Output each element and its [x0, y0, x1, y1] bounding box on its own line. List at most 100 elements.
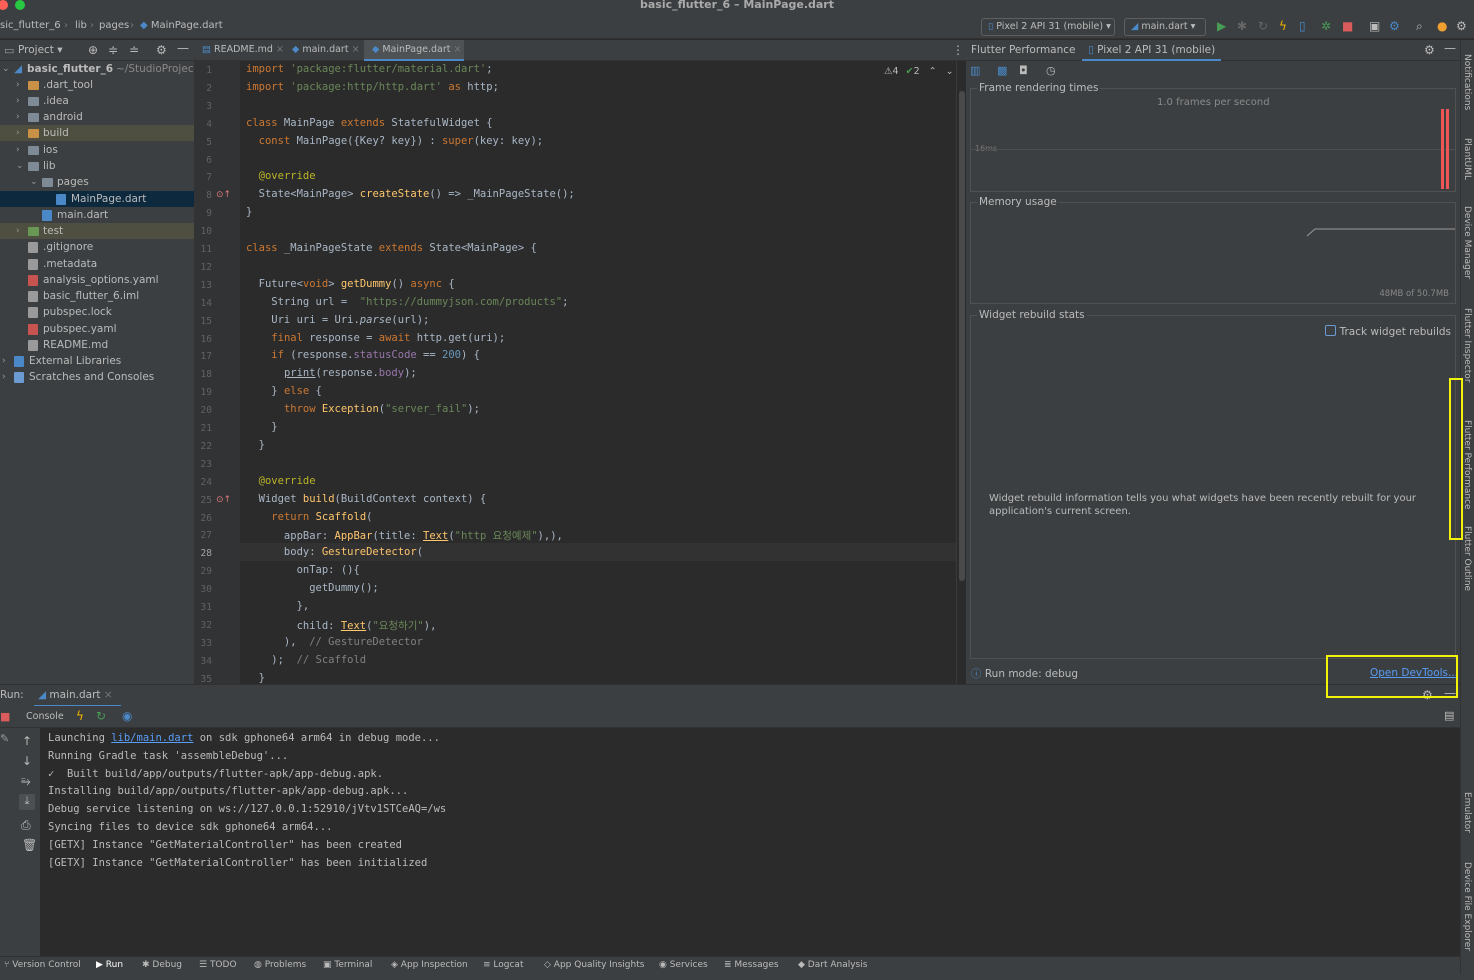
print-icon[interactable]: ⎙: [21, 818, 31, 833]
code-line[interactable]: ); // Scaffold: [246, 654, 366, 666]
tree-item[interactable]: MainPage.dart: [0, 191, 194, 207]
tool-services[interactable]: ◉ Services: [659, 960, 708, 970]
tree-item[interactable]: › android: [0, 109, 194, 125]
tree-item[interactable]: › External Libraries: [0, 353, 194, 369]
tree-item[interactable]: main.dart: [0, 207, 194, 223]
override-marker-icon[interactable]: ⊙↑: [216, 495, 231, 505]
tree-root[interactable]: ⌄ ◢ basic_flutter_6 ~/StudioProject: [0, 61, 198, 77]
tree-item[interactable]: README.md: [0, 337, 194, 353]
repaint-rainbow-icon[interactable]: ▩: [997, 64, 1007, 77]
attach-icon[interactable]: ↻: [1258, 20, 1268, 32]
code-line[interactable]: return Scaffold(: [246, 511, 372, 523]
tool-app-quality-insights[interactable]: ◇ App Quality Insights: [544, 960, 644, 970]
code-line[interactable]: String url = "https://dummyjson.com/prod…: [246, 296, 568, 308]
hot-reload-icon[interactable]: ϟ: [76, 709, 84, 723]
device-manager-icon[interactable]: ▣: [1369, 20, 1380, 32]
breadcrumb-pages[interactable]: pages: [99, 20, 129, 31]
chevron-right-icon[interactable]: ›: [2, 353, 6, 369]
soft-wrap-icon[interactable]: ⥱: [21, 774, 31, 789]
trash-icon[interactable]: 🗑: [22, 838, 37, 852]
tree-item[interactable]: ⌄ pages: [0, 174, 194, 190]
code-line[interactable]: child: Text("요청하기"),: [246, 618, 437, 633]
tab-mainpage-dart[interactable]: ◆ MainPage.dart ×: [364, 40, 464, 61]
chevron-right-icon[interactable]: ›: [16, 223, 20, 239]
text-layout-icon[interactable]: ◘: [1019, 64, 1028, 77]
code-line[interactable]: Widget build(BuildContext context) {: [246, 493, 487, 505]
timeline-clock-icon[interactable]: ◷: [1046, 64, 1056, 77]
chevron-right-icon[interactable]: ›: [2, 369, 6, 385]
run-console[interactable]: Launching lib/main.dart on sdk gphone64 …: [40, 728, 1450, 956]
tool-todo[interactable]: ☰ TODO: [199, 960, 237, 970]
options-gear-icon[interactable]: ⚙: [156, 43, 167, 57]
chevron-right-icon[interactable]: ›: [16, 109, 20, 125]
tree-item[interactable]: › build: [0, 125, 194, 141]
chevron-down-icon[interactable]: ⌄: [30, 174, 38, 190]
tree-item[interactable]: .metadata: [0, 256, 194, 272]
tree-item[interactable]: analysis_options.yaml: [0, 272, 194, 288]
console-tab[interactable]: Console: [26, 711, 64, 722]
checkbox-box[interactable]: [1324, 325, 1336, 336]
code-line[interactable]: throw Exception("server_fail");: [246, 403, 480, 415]
code-line[interactable]: if (response.statusCode == 200) {: [246, 349, 480, 361]
code-line[interactable]: onTap: (){: [246, 564, 360, 576]
chevron-down-icon[interactable]: ⌄: [16, 158, 24, 174]
code-line[interactable]: appBar: AppBar(title: Text("http 요청예제"),…: [246, 528, 563, 543]
code-line[interactable]: import 'package:flutter/material.dart';: [246, 63, 493, 75]
chevron-right-icon[interactable]: ›: [16, 77, 20, 93]
tool-debug[interactable]: ✱ Debug: [142, 960, 182, 970]
hot-restart-icon[interactable]: ↻: [96, 709, 106, 723]
tab-emulator[interactable]: Emulator: [1462, 792, 1472, 833]
code-editor[interactable]: 1 2 3 4 5 6 7 8 9 10 11 12 13 14 15 16 17 18 19 20 21 22 23 24 2…: [194, 61, 966, 684]
locate-icon[interactable]: ⊕: [88, 43, 98, 57]
code-line[interactable]: import 'package:http/http.dart' as http;: [246, 81, 499, 93]
tree-item[interactable]: › test: [0, 223, 194, 239]
breadcrumb-lib[interactable]: lib: [75, 20, 87, 31]
chevron-right-icon[interactable]: ›: [16, 142, 20, 158]
code-line[interactable]: },: [246, 600, 310, 612]
console-file-link[interactable]: lib/main.dart: [111, 732, 193, 744]
tab-device-manager[interactable]: Device Manager: [1462, 206, 1472, 279]
scroll-down-icon[interactable]: ↓: [22, 754, 32, 768]
stop-icon[interactable]: ■: [0, 710, 10, 723]
tool-terminal[interactable]: ▣ Terminal: [323, 960, 372, 970]
debug-icon[interactable]: ✱: [1237, 20, 1247, 32]
tree-item[interactable]: basic_flutter_6.iml: [0, 288, 194, 304]
hide-panel-icon[interactable]: —: [177, 41, 189, 55]
code-line[interactable]: print(response.body);: [246, 367, 417, 379]
tab-plantuml[interactable]: PlantUML: [1462, 138, 1472, 180]
apply-changes-icon[interactable]: ✲: [1321, 20, 1331, 32]
run-config-selector[interactable]: ◢ main.dart ▾: [1124, 18, 1206, 36]
code-line[interactable]: class _MainPageState extends State<MainP…: [246, 242, 537, 254]
tab-flutter-performance[interactable]: Flutter Performance: [1462, 420, 1472, 510]
code-line[interactable]: @override: [246, 170, 316, 182]
scroll-to-end-icon[interactable]: ⤓: [19, 794, 35, 810]
tool-run[interactable]: ▶ Run: [96, 960, 123, 970]
tab-readme[interactable]: ▤ README.md ×: [194, 40, 284, 61]
tree-item[interactable]: › .dart_tool: [0, 77, 194, 93]
run-tab-main-dart[interactable]: ◢ main.dart ×: [34, 685, 121, 707]
updates-icon[interactable]: ●: [1437, 20, 1447, 32]
breadcrumb-file[interactable]: ◆ MainPage.dart: [140, 20, 223, 31]
code-line[interactable]: }: [246, 672, 265, 684]
code-line[interactable]: getDummy();: [246, 582, 379, 594]
device-selector[interactable]: ▯ Pixel 2 API 31 (mobile) ▾: [981, 18, 1115, 36]
editor-scrollbar[interactable]: [956, 61, 966, 684]
collapse-all-icon[interactable]: ≐: [129, 43, 139, 57]
run-icon[interactable]: ▶: [1217, 20, 1226, 32]
tab-main-dart[interactable]: ◆ main.dart ×: [284, 40, 360, 61]
code-line[interactable]: }: [246, 421, 277, 433]
code-line[interactable]: Future<void> getDummy() async {: [246, 278, 455, 290]
tool-logcat[interactable]: ≡ Logcat: [483, 960, 523, 970]
project-view-selector[interactable]: Project ▾: [18, 44, 63, 56]
tab-notifications[interactable]: Notifications: [1462, 54, 1472, 110]
next-highlight-icon[interactable]: ⌄: [946, 66, 954, 77]
close-tab-icon[interactable]: ×: [352, 44, 360, 55]
close-tab-icon[interactable]: ×: [104, 689, 113, 701]
tab-device[interactable]: ▯ Pixel 2 API 31 (mobile): [1082, 40, 1222, 61]
tab-device-file-explorer[interactable]: Device File Explorer: [1462, 862, 1472, 951]
sdk-manager-icon[interactable]: ⚙: [1389, 20, 1400, 32]
breadcrumb-project[interactable]: sic_flutter_6: [0, 20, 61, 31]
code-line[interactable]: final response = await http.get(uri);: [246, 332, 505, 344]
hot-restart-icon[interactable]: ▯: [1299, 20, 1306, 32]
close-tab-icon[interactable]: ×: [454, 44, 462, 55]
